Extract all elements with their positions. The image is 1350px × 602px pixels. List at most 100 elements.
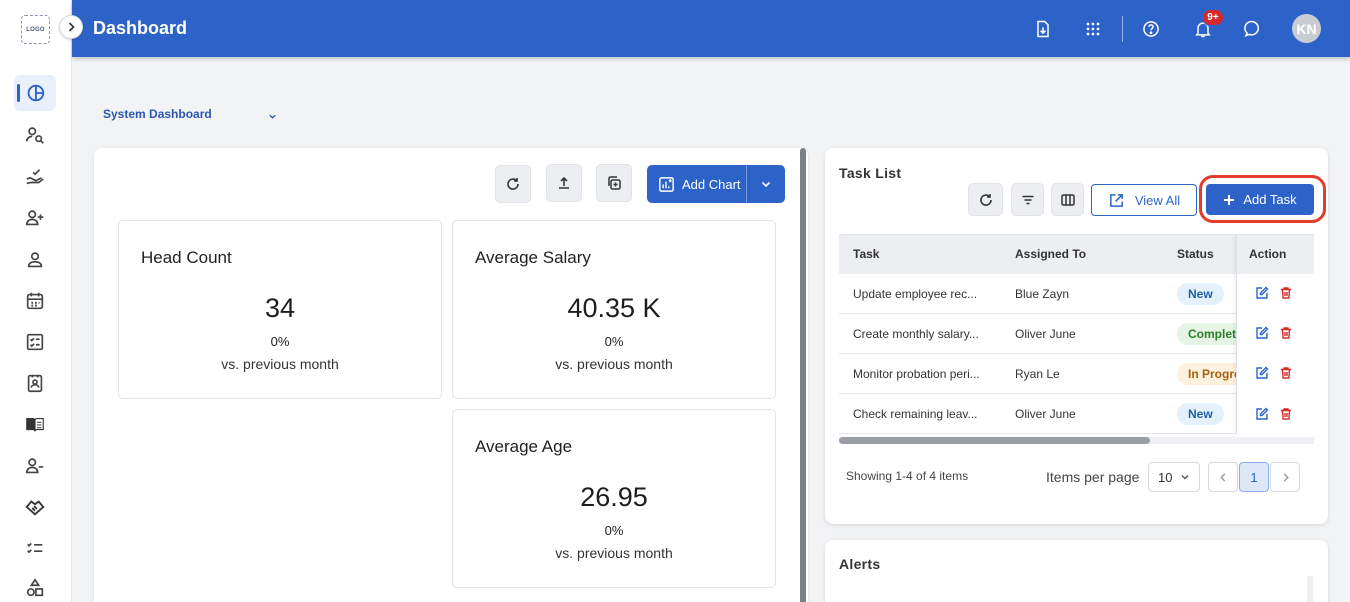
- sidebar-item-dashboard[interactable]: [14, 75, 56, 111]
- sidebar-item-list-check[interactable]: [14, 530, 56, 566]
- kpi-card-average-age: Average Age 26.95 0% vs. previous month: [452, 409, 776, 588]
- app-logo: LOGO: [21, 15, 50, 44]
- sidebar-item-user-add[interactable]: [14, 200, 56, 236]
- dashboard-select[interactable]: System Dashboard: [103, 107, 278, 121]
- column-header-status[interactable]: Status: [1177, 247, 1214, 261]
- view-all-label: View All: [1134, 192, 1181, 208]
- scrollbar-thumb[interactable]: [839, 437, 1150, 444]
- export-charts-button[interactable]: [546, 164, 582, 202]
- handshake-icon: [25, 500, 45, 516]
- refresh-icon: [507, 178, 519, 190]
- chat-bubbles-icon: [1244, 20, 1259, 38]
- id-badge-icon: [27, 374, 43, 393]
- status-badge: New: [1177, 403, 1224, 425]
- task-name: Create monthly salary...: [853, 327, 979, 341]
- delete-icon[interactable]: [1279, 407, 1293, 421]
- edit-icon[interactable]: [1255, 326, 1269, 340]
- add-chart-button[interactable]: Add Chart: [647, 165, 785, 203]
- chevron-right-icon: [1283, 472, 1289, 482]
- column-header-task[interactable]: Task: [853, 247, 879, 261]
- task-assignee: Blue Zayn: [1015, 287, 1070, 301]
- checklist-form-icon: [26, 333, 44, 351]
- apps-grid-button[interactable]: [1080, 16, 1106, 42]
- kpi-change: 0%: [604, 523, 624, 538]
- items-per-page-select[interactable]: 10: [1148, 462, 1200, 492]
- task-name: Check remaining leav...: [853, 407, 978, 421]
- help-button[interactable]: [1138, 16, 1164, 42]
- help-circle-icon: [1143, 21, 1159, 37]
- edit-icon[interactable]: [1255, 407, 1269, 421]
- status-badge: New: [1177, 283, 1224, 305]
- sidebar-item-shapes[interactable]: [14, 570, 56, 602]
- delete-icon[interactable]: [1279, 286, 1293, 300]
- kpi-value: 40.35 K: [567, 293, 661, 323]
- duplicate-charts-button[interactable]: [596, 164, 632, 202]
- sidebar-item-user-remove[interactable]: [14, 448, 56, 484]
- charts-panel-scrollbar[interactable]: [800, 148, 806, 602]
- kpi-change: 0%: [604, 334, 624, 349]
- book-open-icon: [26, 418, 44, 432]
- edit-icon[interactable]: [1255, 286, 1269, 300]
- column-header-action: Action: [1249, 247, 1287, 261]
- kpi-title: Average Salary: [475, 248, 591, 267]
- columns-tasks-button[interactable]: [1051, 183, 1084, 216]
- add-chart-main[interactable]: Add Chart: [647, 165, 747, 203]
- chevron-left-icon: [1219, 472, 1225, 482]
- copy-add-icon: [608, 176, 621, 190]
- sidebar-item-user[interactable]: [14, 242, 56, 278]
- top-bar: Dashboard 9+ KN: [72, 0, 1350, 57]
- calendar-icon: [26, 292, 44, 310]
- kpi-title: Average Age: [475, 437, 573, 456]
- add-chart-label: Add Chart: [682, 176, 741, 192]
- chat-button[interactable]: [1240, 16, 1266, 42]
- chevron-right-icon: [68, 22, 75, 32]
- chart-add-icon: [659, 176, 674, 192]
- kpi-title: Head Count: [141, 248, 232, 267]
- page-title: Dashboard: [93, 18, 188, 38]
- user-add-icon: [25, 210, 44, 226]
- task-table: Task Assigned To Status Update employee …: [839, 234, 1314, 444]
- download-report-button[interactable]: [1030, 16, 1056, 42]
- sidebar-item-id-badge[interactable]: [14, 365, 56, 401]
- sidebar-item-book[interactable]: [14, 407, 56, 443]
- filter-tasks-button[interactable]: [1011, 183, 1044, 216]
- delete-icon[interactable]: [1279, 326, 1293, 340]
- add-chart-dropdown[interactable]: [747, 178, 785, 190]
- pagination-next-button[interactable]: [1270, 462, 1300, 492]
- shapes-icon: [26, 578, 44, 597]
- refresh-icon: [979, 193, 992, 206]
- refresh-charts-button[interactable]: [495, 165, 531, 203]
- items-per-page-label: Items per page: [1046, 469, 1140, 485]
- upload-icon: [559, 176, 569, 189]
- top-bar-divider: [1122, 16, 1123, 42]
- task-name: Monitor probation peri...: [853, 367, 980, 381]
- view-all-button[interactable]: View All: [1091, 184, 1197, 216]
- column-header-assigned-to[interactable]: Assigned To: [1015, 247, 1086, 261]
- task-assignee: Oliver June: [1015, 407, 1076, 421]
- sidebar-item-handshake[interactable]: [14, 489, 56, 525]
- sidebar-item-calendar[interactable]: [14, 283, 56, 319]
- edit-icon[interactable]: [1255, 366, 1269, 380]
- user-icon: [27, 252, 43, 268]
- grid-dots-icon: [1086, 22, 1100, 36]
- pagination-page-button[interactable]: 1: [1239, 462, 1269, 492]
- sidebar-item-user-search[interactable]: [14, 117, 56, 153]
- alerts-scrollbar[interactable]: [1307, 576, 1313, 602]
- user-avatar[interactable]: KN: [1292, 14, 1321, 43]
- chevron-down-icon: [761, 181, 771, 188]
- task-table-scrollbar[interactable]: [839, 437, 1314, 444]
- delete-icon[interactable]: [1279, 366, 1293, 380]
- pagination-prev-button[interactable]: [1208, 462, 1238, 492]
- kpi-value: 26.95: [580, 482, 648, 512]
- chevron-down-icon: [268, 110, 277, 124]
- hand-check-icon: [26, 169, 44, 185]
- sidebar-expand-button[interactable]: [59, 15, 83, 39]
- list-check-icon: [27, 542, 43, 554]
- pagination-summary: Showing 1-4 of 4 items: [846, 469, 969, 483]
- sidebar-item-checklist-form[interactable]: [14, 324, 56, 360]
- refresh-tasks-button[interactable]: [968, 183, 1003, 216]
- items-per-page-value: 10: [1158, 469, 1173, 485]
- add-task-highlight: [1199, 175, 1326, 223]
- left-sidebar: LOGO: [0, 0, 72, 602]
- sidebar-item-hand-check[interactable]: [14, 159, 56, 195]
